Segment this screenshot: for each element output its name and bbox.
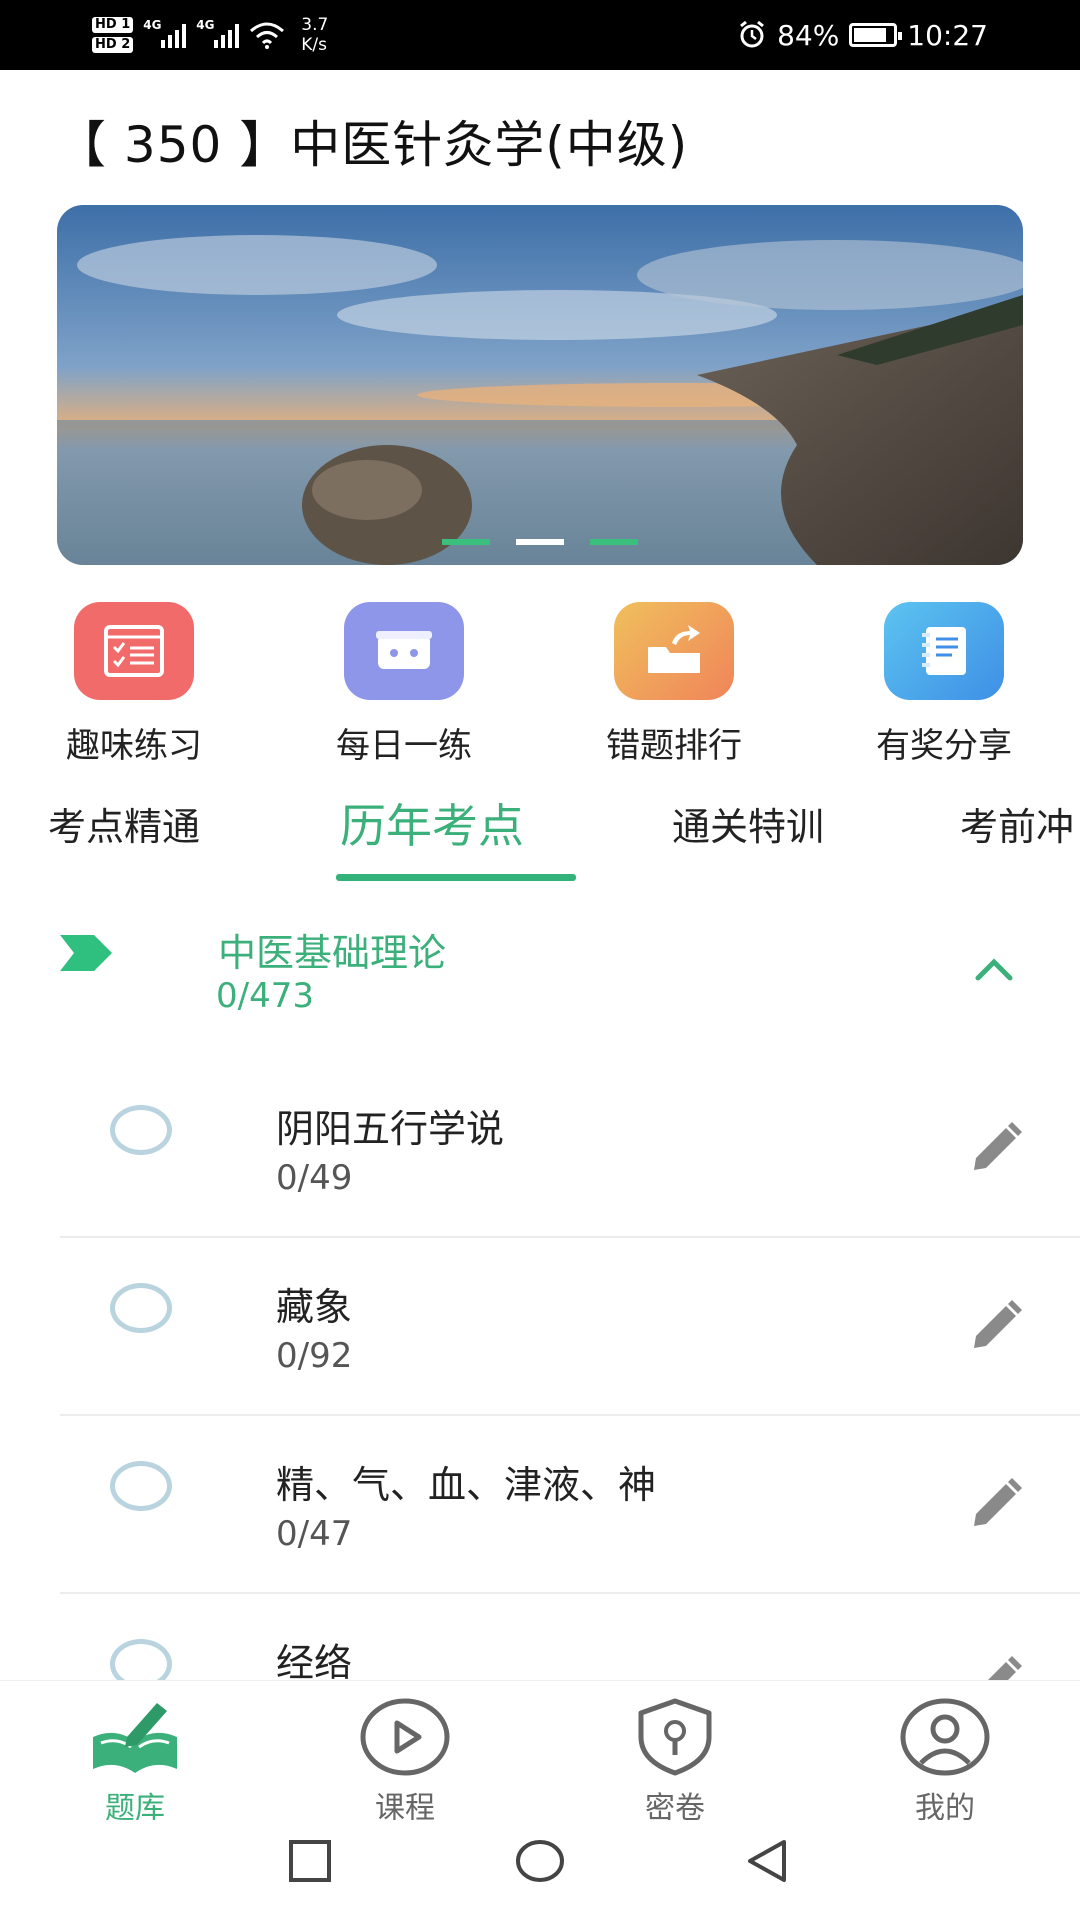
status-right: 84% 10:27 [737,0,988,70]
speed-unit: K/s [301,35,327,55]
carousel-indicators [57,539,1023,545]
back-icon[interactable] [744,1838,790,1884]
hd1-badge: HD 1 [92,17,134,33]
nav-question-bank[interactable]: 题库 [55,1693,215,1827]
quick-action-label: 有奖分享 [876,726,1012,766]
battery-percent: 84% [777,18,840,52]
banner-carousel[interactable] [57,205,1023,565]
clock: 10:27 [907,18,988,52]
nav-mine[interactable]: 我的 [865,1693,1025,1827]
battery-icon [849,23,903,47]
network-type-2: 4G [196,18,215,32]
item-name: 精、气、血、津液、神 [276,1463,657,1507]
wifi-icon [250,22,285,49]
signal-2-icon: 4G [196,18,240,48]
quick-action-reward-share[interactable]: 有奖分享 [844,602,1044,767]
chevron-up-icon[interactable] [974,956,1014,982]
tab-pass-training[interactable]: 通关特训 [672,796,824,851]
speed-value: 3.7 [301,15,329,35]
bottom-navigation: 题库 课程 密卷 我的 [0,1680,1080,1826]
chapter-list: 阴阳五行学说 0/49 藏象 0/92 精、气、血、津液、神 0/47 经络 [0,1060,1080,1680]
nav-secret-papers[interactable]: 密卷 [595,1693,755,1827]
nav-courses[interactable]: 课程 [325,1693,485,1827]
progress-circle-icon [110,1639,172,1680]
quiz-list-icon [74,602,194,700]
tab-past-exam-points[interactable]: 历年考点 [340,790,524,856]
edit-pencil-icon[interactable] [968,1298,1024,1354]
status-bar: HD 1 HD 2 4G 4G 3.7 K/s 84% 10:27 [0,0,1080,70]
list-item[interactable]: 阴阳五行学说 0/49 [0,1060,1080,1238]
tab-key-points[interactable]: 考点精通 [48,796,200,851]
item-count: 0/92 [276,1336,353,1376]
item-name: 经络 [276,1641,353,1680]
progress-circle-icon [110,1283,172,1333]
tab-pre-exam-sprint[interactable]: 考前冲 [960,796,1074,851]
section-header[interactable]: 中医基础理论 0/473 [0,920,1080,1030]
share-folder-icon [614,602,734,700]
quick-action-label: 趣味练习 [66,726,202,766]
carousel-dot[interactable] [590,539,638,545]
list-item[interactable]: 经络 [0,1594,1080,1680]
user-profile-icon [865,1693,1025,1781]
quick-action-wrong-ranking[interactable]: 错题排行 [574,602,774,767]
list-item[interactable]: 精、气、血、津液、神 0/47 [0,1416,1080,1594]
item-count: 0/47 [276,1514,353,1554]
edit-pencil-icon[interactable] [968,1120,1024,1176]
question-bank-icon [55,1693,215,1781]
quick-action-label: 每日一练 [336,726,472,766]
hd2-badge: HD 2 [92,37,134,53]
recent-apps-icon[interactable] [287,1838,333,1884]
active-tab-indicator [336,874,576,881]
edit-pencil-icon[interactable] [968,1654,1024,1680]
quick-actions: 趣味练习 每日一练 错题排行 有奖分享 [0,602,1080,766]
notebook-icon [884,602,1004,700]
section-title: 中医基础理论 [218,931,447,975]
section-count: 0/473 [216,976,314,1016]
item-name: 阴阳五行学说 [276,1107,505,1151]
quick-action-fun-practice[interactable]: 趣味练习 [34,602,234,767]
network-type-1: 4G [143,18,162,32]
page-title: 【 350 】中医针灸学(中级) [56,116,689,174]
chevron-flag-icon [60,935,112,971]
list-item[interactable]: 藏象 0/92 [0,1238,1080,1416]
status-left: HD 1 HD 2 4G 4G 3.7 K/s [92,10,328,60]
shield-lock-icon [595,1693,755,1781]
signal-1-icon: 4G [143,18,187,48]
edit-pencil-icon[interactable] [968,1476,1024,1532]
hd-indicators: HD 1 HD 2 [92,17,134,53]
carousel-dot[interactable] [516,539,564,545]
quick-action-label: 错题排行 [606,726,742,766]
progress-circle-icon [110,1105,172,1155]
alarm-icon [740,20,764,48]
system-navigation-bar [0,1820,1080,1920]
carousel-dot[interactable] [442,539,490,545]
daily-box-icon [344,602,464,700]
network-speed: 3.7 K/s [301,15,328,55]
quick-action-daily-practice[interactable]: 每日一练 [304,602,504,767]
progress-circle-icon [110,1461,172,1511]
banner-image [57,205,1023,565]
category-tabs: 考点精通 历年考点 通关特训 考前冲 [0,790,1080,880]
item-name: 藏象 [276,1285,353,1329]
item-count: 0/49 [276,1158,353,1198]
play-circle-icon [325,1693,485,1781]
home-icon[interactable] [514,1838,566,1884]
